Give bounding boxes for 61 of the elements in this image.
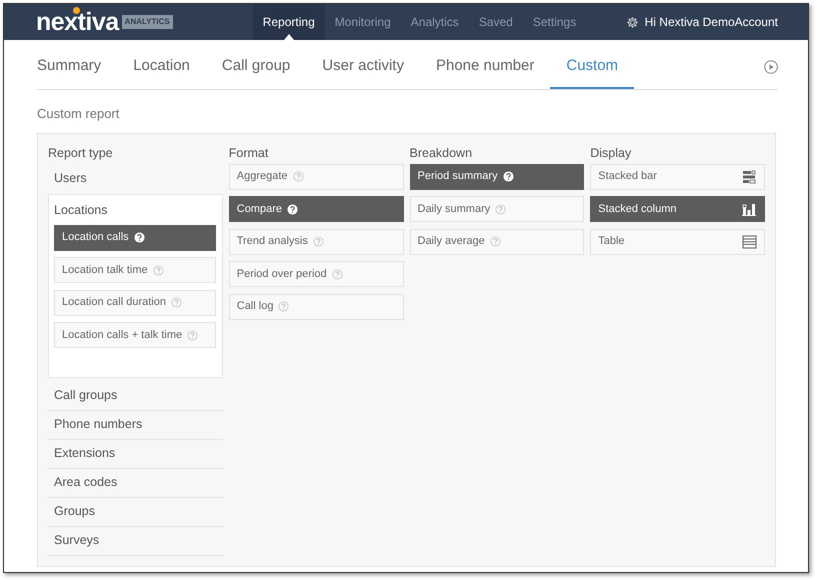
column-heading: Report type (48, 144, 114, 158)
nav-tab[interactable]: Monitoring (324, 4, 401, 40)
help-icon (134, 232, 145, 243)
report-option[interactable]: Location calls + talk time (54, 322, 216, 348)
user-greeting: Hi Nextiva DemoAccount (644, 14, 778, 31)
option-button[interactable]: Trend analysis (228, 228, 404, 254)
report-tab[interactable]: Summary (37, 45, 118, 89)
option-button[interactable]: Table (590, 228, 765, 254)
report-type-item[interactable]: Call groups (48, 382, 223, 410)
option-button[interactable]: Call log (228, 294, 404, 320)
nav-tab[interactable]: Saved (468, 4, 523, 40)
help-icon (292, 171, 304, 182)
option-button[interactable]: Period summary (410, 164, 584, 190)
logo-dot-icon (73, 6, 80, 14)
option-button[interactable]: Compare (228, 196, 404, 222)
report-type-item[interactable]: Extensions (48, 440, 223, 468)
help-icon (495, 204, 506, 214)
option-button[interactable]: Stacked bar (590, 164, 765, 190)
column-heading: Format (228, 144, 270, 158)
report-type-item[interactable]: Groups (48, 498, 223, 526)
logo-tag: ANALYTICS (122, 15, 173, 29)
pointer-icon (284, 34, 294, 40)
report-option[interactable]: Location talk time (54, 257, 216, 283)
logo-wordmark: nextiva (36, 10, 119, 34)
report-type-item[interactable]: Phone numbers (48, 410, 223, 440)
help-icon (312, 236, 324, 247)
column-heading: Breakdown (410, 144, 474, 158)
option-button[interactable]: Daily summary (410, 196, 584, 222)
help-icon (187, 330, 198, 340)
report-tab[interactable]: Custom (550, 45, 634, 89)
report-type-item[interactable]: Users (48, 164, 223, 194)
table-icon (742, 234, 757, 248)
report-tab[interactable]: User activity (306, 45, 420, 89)
option-button[interactable]: Aggregate (228, 164, 404, 190)
report-tab[interactable]: Location (117, 45, 206, 89)
nav-tab[interactable]: Settings (522, 4, 586, 40)
option-button[interactable]: Stacked column (590, 196, 765, 222)
help-icon (332, 268, 343, 280)
report-tab[interactable]: Phone number (420, 45, 550, 89)
help-icon (287, 204, 298, 214)
help-icon (170, 297, 182, 308)
section-title: Custom report (37, 105, 120, 123)
stacked-bar-icon (742, 170, 757, 184)
report-type-item[interactable]: Surveys (48, 526, 223, 556)
nav-tab[interactable]: Reporting (252, 4, 325, 40)
report-option[interactable]: Location calls (54, 224, 216, 250)
report-type-item[interactable]: Area codes (48, 468, 223, 498)
column-heading: Display (590, 144, 632, 158)
help-icon (278, 301, 290, 312)
play-icon[interactable] (764, 60, 778, 74)
report-type-item[interactable]: Locations (54, 201, 108, 220)
help-icon (502, 171, 514, 182)
report-option[interactable]: Location call duration (54, 290, 216, 316)
help-icon (152, 264, 164, 276)
report-tab[interactable]: Call group (206, 45, 306, 89)
help-icon (490, 236, 501, 247)
option-button[interactable]: Daily average (410, 228, 584, 254)
nav-tab[interactable]: Analytics (400, 4, 469, 40)
stacked-column-icon (742, 202, 757, 216)
settings-icon[interactable] (626, 16, 639, 28)
option-button[interactable]: Period over period (228, 261, 404, 287)
